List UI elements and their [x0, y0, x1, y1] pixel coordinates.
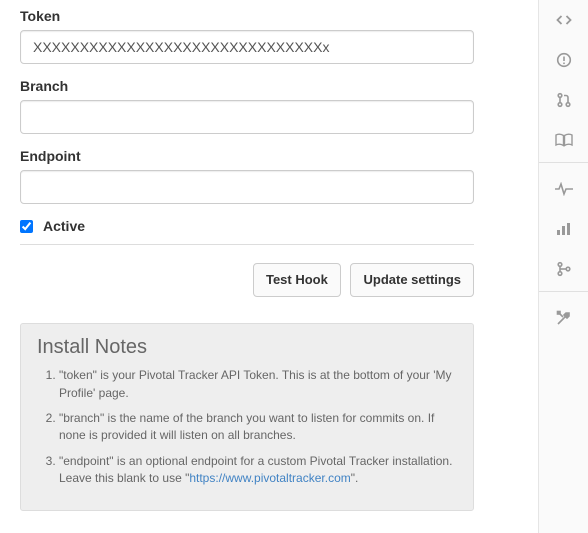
active-checkbox[interactable] — [20, 220, 33, 233]
install-note-item: "token" is your Pivotal Tracker API Toke… — [59, 367, 457, 402]
pull-request-icon[interactable] — [539, 80, 588, 120]
endpoint-input[interactable] — [20, 170, 474, 204]
branch-label: Branch — [20, 78, 474, 94]
token-label: Token — [20, 8, 474, 24]
update-settings-button[interactable]: Update settings — [350, 263, 474, 297]
install-note-item: "branch" is the name of the branch you w… — [59, 410, 457, 445]
branch-input[interactable] — [20, 100, 474, 134]
token-input[interactable] — [20, 30, 474, 64]
right-rail — [538, 0, 588, 533]
install-note-link[interactable]: https://www.pivotaltracker.com — [189, 471, 350, 485]
install-note-item: "endpoint" is an optional endpoint for a… — [59, 453, 457, 488]
graphs-icon[interactable] — [539, 209, 588, 249]
endpoint-label: Endpoint — [20, 148, 474, 164]
wiki-icon[interactable] — [539, 120, 588, 160]
settings-icon[interactable] — [539, 298, 588, 338]
install-notes-title: Install Notes — [37, 336, 457, 359]
code-icon[interactable] — [539, 0, 588, 40]
test-hook-button[interactable]: Test Hook — [253, 263, 341, 297]
pulse-icon[interactable] — [539, 169, 588, 209]
install-notes-panel: Install Notes "token" is your Pivotal Tr… — [20, 323, 474, 510]
issues-icon[interactable] — [539, 40, 588, 80]
network-icon[interactable] — [539, 249, 588, 289]
divider — [20, 244, 474, 245]
active-label: Active — [43, 218, 85, 234]
